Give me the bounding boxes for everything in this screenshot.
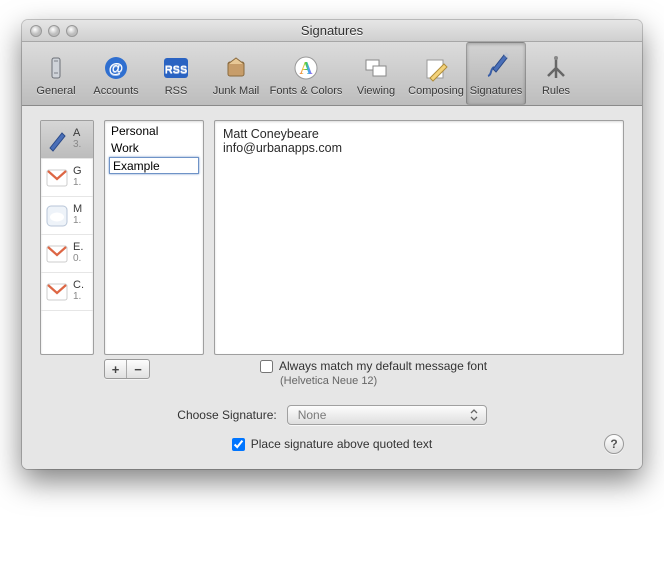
remove-signature-button[interactable]: − — [127, 360, 149, 378]
svg-text:RSS: RSS — [165, 64, 188, 76]
viewing-icon — [360, 52, 392, 84]
account-row[interactable]: G1. — [41, 159, 93, 197]
tab-fonts-colors[interactable]: A Fonts & Colors — [266, 42, 346, 105]
help-button[interactable]: ? — [604, 434, 624, 454]
tab-label: Accounts — [93, 85, 138, 97]
tab-label: Composing — [408, 85, 464, 97]
content-area: A3. G1. M1. E.0. C.1. — [22, 106, 642, 469]
place-above-checkbox-row[interactable]: Place signature above quoted text — [232, 437, 432, 451]
tab-rss[interactable]: RSS RSS — [146, 42, 206, 105]
match-font-checkbox[interactable] — [260, 360, 273, 373]
tab-label: Signatures — [470, 85, 523, 97]
signature-name-input[interactable] — [109, 157, 199, 174]
signature-item[interactable]: Personal — [105, 123, 203, 140]
minimize-button[interactable] — [48, 25, 60, 37]
tab-label: Fonts & Colors — [270, 85, 343, 97]
titlebar[interactable]: Signatures — [22, 20, 642, 42]
signature-names-list[interactable]: Personal Work — [104, 120, 204, 355]
mobileme-icon — [45, 204, 69, 228]
account-sub: 1. — [73, 292, 84, 303]
tab-label: RSS — [165, 85, 188, 97]
window-title: Signatures — [22, 23, 642, 38]
choose-signature-value: None — [298, 408, 327, 422]
gmail-icon — [45, 242, 69, 266]
place-above-checkbox[interactable] — [232, 438, 245, 451]
tab-general[interactable]: General — [26, 42, 86, 105]
tab-junk-mail[interactable]: Junk Mail — [206, 42, 266, 105]
close-button[interactable] — [30, 25, 42, 37]
junk-mail-icon — [220, 52, 252, 84]
signature-item[interactable]: Work — [105, 140, 203, 157]
tab-accounts[interactable]: @ Accounts — [86, 42, 146, 105]
popup-arrows-icon — [468, 408, 480, 422]
tab-composing[interactable]: Composing — [406, 42, 466, 105]
account-row[interactable]: M1. — [41, 197, 93, 235]
preferences-toolbar: General @ Accounts RSS RSS Junk Mail — [22, 42, 642, 106]
svg-text:A: A — [300, 58, 313, 78]
add-remove-segmented: + − — [104, 359, 150, 379]
tab-rules[interactable]: Rules — [526, 42, 586, 105]
accounts-icon: @ — [100, 52, 132, 84]
account-row[interactable]: A3. — [41, 121, 93, 159]
choose-signature-popup[interactable]: None — [287, 405, 487, 425]
svg-text:@: @ — [109, 60, 124, 77]
gmail-icon — [45, 280, 69, 304]
preferences-window: Signatures General @ Accounts RSS RSS Ju… — [22, 20, 642, 469]
fonts-colors-icon: A — [290, 52, 322, 84]
account-sub: 1. — [73, 178, 82, 189]
rules-icon — [540, 52, 572, 84]
add-signature-button[interactable]: + — [105, 360, 127, 378]
place-above-label: Place signature above quoted text — [251, 437, 432, 451]
match-font-label: Always match my default message font — [279, 359, 487, 373]
tab-label: General — [36, 85, 75, 97]
signature-line: info@urbanapps.com — [223, 141, 615, 155]
tab-label: Viewing — [357, 85, 395, 97]
account-sub: 3. — [73, 140, 81, 151]
default-font-hint: (Helvetica Neue 12) — [280, 375, 487, 387]
tab-label: Rules — [542, 85, 570, 97]
composing-icon — [420, 52, 452, 84]
zoom-button[interactable] — [66, 25, 78, 37]
gmail-icon — [45, 166, 69, 190]
tab-viewing[interactable]: Viewing — [346, 42, 406, 105]
choose-signature-label: Choose Signature: — [177, 408, 276, 422]
all-signatures-icon — [45, 128, 69, 152]
account-sub: 0. — [73, 254, 83, 265]
general-icon — [40, 52, 72, 84]
account-row[interactable]: E.0. — [41, 235, 93, 273]
tab-signatures[interactable]: Signatures — [466, 42, 526, 105]
traffic-lights — [22, 25, 78, 37]
signatures-icon — [480, 50, 512, 82]
tab-label: Junk Mail — [213, 85, 259, 97]
rss-icon: RSS — [160, 52, 192, 84]
signature-content[interactable]: Matt Coneybeare info@urbanapps.com — [214, 120, 624, 355]
account-row[interactable]: C.1. — [41, 273, 93, 311]
accounts-list[interactable]: A3. G1. M1. E.0. C.1. — [40, 120, 94, 355]
account-sub: 1. — [73, 216, 82, 227]
match-font-checkbox-row[interactable]: Always match my default message font — [260, 359, 487, 373]
signature-line: Matt Coneybeare — [223, 127, 615, 141]
